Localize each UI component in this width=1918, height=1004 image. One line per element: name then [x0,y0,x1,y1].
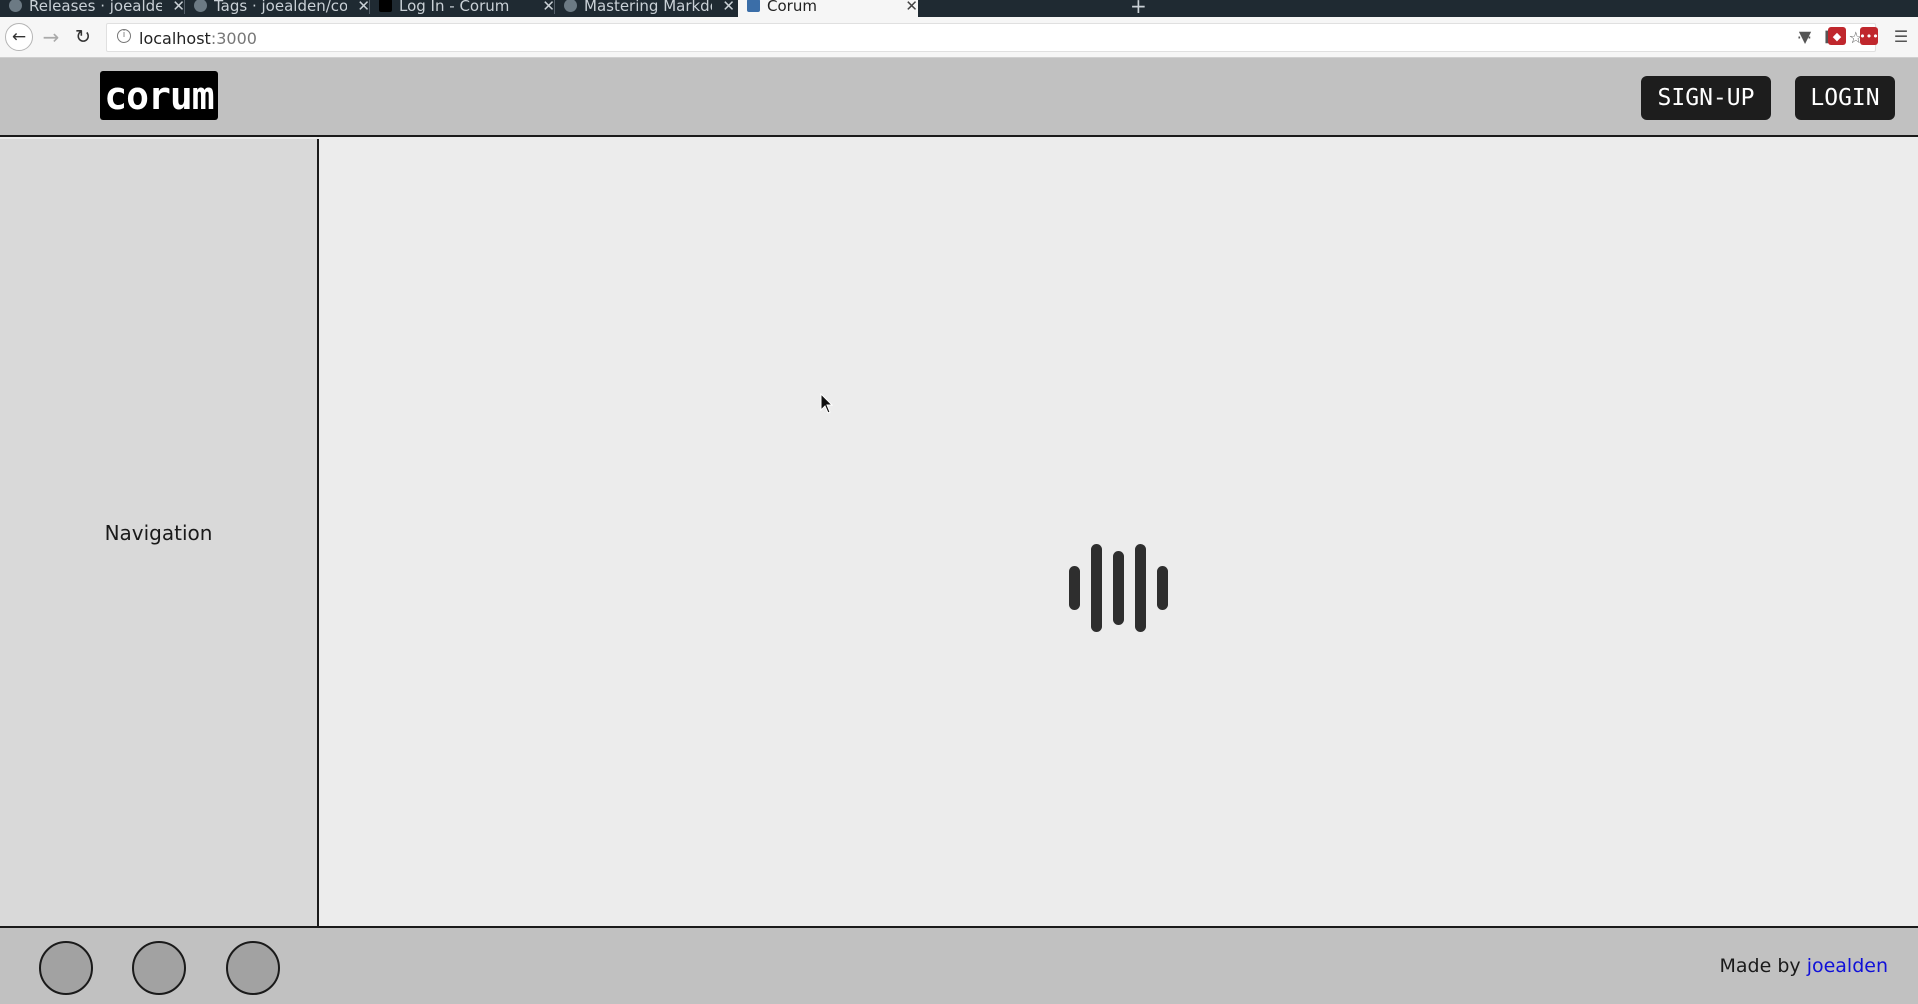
author-link[interactable]: joealden [1807,955,1888,977]
close-icon[interactable]: ✕ [905,0,918,15]
tab-title: Tags · joealden/corum [214,0,348,15]
social-link-circle[interactable] [39,941,93,995]
login-button[interactable]: LOGIN [1795,76,1895,120]
browser-navbar: ← → ↻ i localhost:3000 ··· ◘ ☆ ▼ ◆ ••• ☰ [0,17,1918,58]
lastpass-icon[interactable]: ••• [1859,27,1879,45]
new-tab-icon[interactable]: + [1130,0,1147,17]
forward-arrow-icon[interactable]: → [38,24,64,50]
tab-title: Mastering Markdown [584,0,712,15]
browser-tab-strip: Releases · joealden/corum ✕ Tags · joeal… [0,0,1918,17]
page: corum SIGN-UP LOGIN Navigation Made by j… [0,58,1918,1004]
loader-bar [1069,566,1080,610]
url-port: :3000 [210,29,257,48]
close-icon[interactable]: ✕ [722,0,735,15]
github-icon [194,0,207,12]
extension-toolbar: ▼ ◆ ••• ☰ [1796,27,1910,46]
loader-bar [1091,544,1102,632]
footer-credit: Made by joealden [1720,955,1889,977]
tab-title: Corum [767,0,817,15]
browser-tab[interactable]: Mastering Markdown ✕ [555,0,735,17]
address-bar[interactable]: i localhost:3000 ··· ◘ ☆ [106,23,1876,52]
reload-icon[interactable]: ↻ [70,24,96,50]
sidebar-navigation: Navigation [0,139,319,926]
url-host: localhost [139,29,211,48]
react-favicon-icon [747,0,760,12]
browser-tab[interactable]: Releases · joealden/corum ✕ [0,0,185,17]
social-link-circle[interactable] [226,941,280,995]
browser-tab-active[interactable]: Corum ✕ [738,0,918,17]
extension-icon[interactable]: ◆ [1828,27,1846,45]
corum-favicon-icon [379,0,392,12]
loader-bar [1113,551,1124,625]
github-icon [9,0,22,12]
back-arrow-icon[interactable]: ← [5,23,33,51]
github-icon [564,0,577,12]
url-text: localhost:3000 [139,29,257,48]
credit-prefix: Made by [1719,955,1801,977]
corum-logo[interactable]: corum [100,71,218,120]
main-content [319,139,1918,926]
tab-title: Log In - Corum [399,0,510,15]
browser-tab[interactable]: Tags · joealden/corum ✕ [185,0,370,17]
loader-bar [1135,544,1146,632]
loader-bar [1157,566,1168,610]
site-footer: Made by joealden [0,926,1918,1004]
social-link-circle[interactable] [132,941,186,995]
menu-icon[interactable]: ☰ [1892,27,1910,46]
signup-button[interactable]: SIGN-UP [1641,76,1771,120]
sidebar-label: Navigation [104,520,213,545]
mouse-cursor-icon [820,393,834,414]
tab-title: Releases · joealden/corum [29,0,163,15]
site-header: corum SIGN-UP LOGIN [0,58,1918,137]
browser-tab[interactable]: Log In - Corum ✕ [370,0,555,17]
loading-spinner-icon [1069,544,1169,634]
info-icon[interactable]: i [117,29,131,43]
vue-devtools-icon[interactable]: ▼ [1796,27,1814,46]
